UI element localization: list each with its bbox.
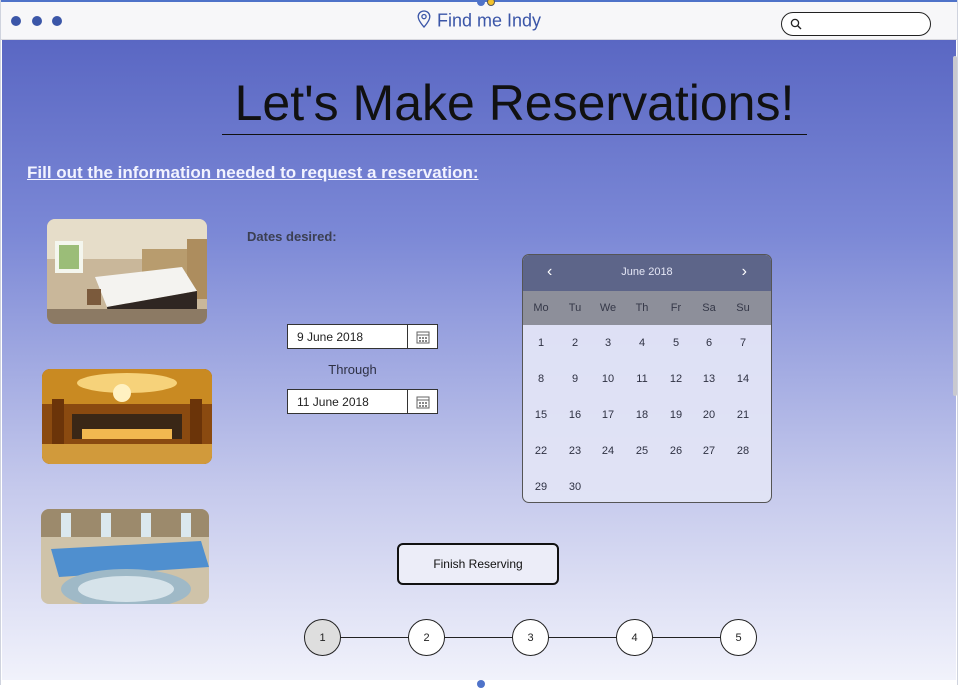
calendar-icon[interactable] (407, 390, 437, 413)
location-pin-icon (417, 10, 431, 33)
finish-reserving-button[interactable]: Finish Reserving (397, 543, 559, 585)
calendar-month-label: June 2018 (621, 266, 673, 278)
search-icon (790, 17, 802, 35)
weekday-label: Su (736, 302, 750, 314)
calendar-day[interactable]: 7 (726, 337, 760, 349)
calendar-day[interactable]: 12 (659, 373, 693, 385)
calendar-day[interactable]: 16 (558, 409, 592, 421)
app-window: Find me Indy Let's Make Reservations! Fi… (0, 0, 958, 688)
weekday-label: We (599, 302, 617, 314)
chevron-right-icon[interactable]: › (742, 263, 747, 281)
app-title-text: Find me Indy (436, 10, 542, 31)
calendar-day[interactable]: 14 (726, 373, 760, 385)
calendar-day[interactable]: 2 (558, 337, 592, 349)
calendar-day[interactable]: 29 (524, 481, 558, 493)
calendar-day[interactable]: 24 (591, 445, 625, 457)
title-bar: Find me Indy (1, 0, 957, 40)
calendar-day[interactable]: 15 (524, 409, 558, 421)
calendar-day[interactable]: 23 (558, 445, 592, 457)
search-input[interactable] (781, 12, 931, 36)
calendar-day[interactable]: 10 (591, 373, 625, 385)
calendar-day[interactable]: 9 (558, 373, 592, 385)
weekday-label: Sa (702, 302, 716, 314)
weekday-label: Mo (533, 302, 549, 314)
step-2-button[interactable]: 2 (408, 619, 445, 656)
calendar-day[interactable]: 5 (659, 337, 693, 349)
through-label: Through (328, 362, 377, 377)
instructions-link[interactable]: Fill out the information needed to reque… (27, 163, 479, 183)
end-date-field[interactable]: 11 June 2018 (287, 389, 438, 414)
calendar-day[interactable]: 3 (591, 337, 625, 349)
start-date-value: 9 June 2018 (297, 330, 364, 344)
weekday-label: Fr (670, 302, 682, 314)
hotel-room-photo (47, 219, 207, 324)
page-title: Let's Make Reservations! (222, 74, 807, 135)
weekday-row: Mo Tu We Th Fr Sa Su (523, 291, 771, 325)
calendar-day[interactable]: 26 (659, 445, 693, 457)
calendar-day[interactable]: 4 (625, 337, 659, 349)
weekday-label: Tu (568, 302, 582, 314)
reservation-page: Let's Make Reservations! Fill out the in… (2, 40, 956, 680)
start-date-field[interactable]: 9 June 2018 (287, 324, 438, 349)
calendar-day[interactable]: 27 (692, 445, 726, 457)
calendar-day[interactable]: 6 (692, 337, 726, 349)
calendar-day[interactable]: 17 (591, 409, 625, 421)
step-4-button[interactable]: 4 (616, 619, 653, 656)
calendar-day[interactable]: 21 (726, 409, 760, 421)
step-5-button[interactable]: 5 (720, 619, 757, 656)
step-1-button[interactable]: 1 (304, 619, 341, 656)
calendar-header: ‹ June 2018 › (523, 255, 771, 291)
calendar-day[interactable]: 11 (625, 373, 659, 385)
calendar-day[interactable]: 20 (692, 409, 726, 421)
scrollbar[interactable] (953, 56, 957, 396)
end-date-value: 11 June 2018 (297, 395, 369, 409)
calendar-day[interactable]: 22 (524, 445, 558, 457)
calendar-day[interactable]: 19 (659, 409, 693, 421)
selection-handle (477, 680, 485, 688)
calendar-day[interactable]: 18 (625, 409, 659, 421)
weekday-label: Th (635, 302, 649, 314)
hotel-pool-photo (41, 509, 209, 604)
step-3-button[interactable]: 3 (512, 619, 549, 656)
calendar-day[interactable]: 28 (726, 445, 760, 457)
calendar-day[interactable]: 13 (692, 373, 726, 385)
calendar-day[interactable]: 1 (524, 337, 558, 349)
calendar-day[interactable]: 30 (558, 481, 592, 493)
calendar-day[interactable]: 8 (524, 373, 558, 385)
calendar-icon[interactable] (407, 325, 437, 348)
dates-desired-label: Dates desired: (247, 229, 337, 244)
hotel-lobby-photo (42, 369, 212, 464)
date-picker-calendar: ‹ June 2018 › Mo Tu We Th Fr Sa Su 1 2 3 4 5 6 7 8 9 10… (522, 254, 772, 503)
calendar-day[interactable]: 25 (625, 445, 659, 457)
